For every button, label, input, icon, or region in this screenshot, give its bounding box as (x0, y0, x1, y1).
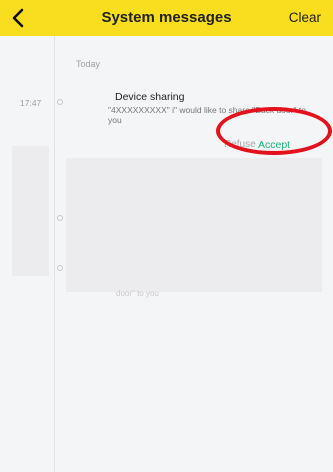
date-label: Today (76, 59, 101, 69)
timeline-line (54, 36, 55, 472)
timeline-dot (57, 265, 63, 271)
message-title: Device sharing (115, 91, 185, 103)
clear-button[interactable]: Clear (289, 0, 321, 36)
placeholder-block (12, 146, 49, 276)
page-title: System messages (101, 9, 232, 26)
faded-message-text: door" to you (116, 289, 159, 298)
message-time: 17:47 (20, 98, 42, 108)
timeline-dot (57, 215, 63, 221)
loading-placeholder-card (66, 158, 322, 292)
highlight-annotation (216, 107, 332, 155)
chevron-left-icon[interactable] (9, 7, 29, 29)
top-bar: System messages Clear (0, 0, 333, 36)
timeline-dot (57, 99, 63, 105)
